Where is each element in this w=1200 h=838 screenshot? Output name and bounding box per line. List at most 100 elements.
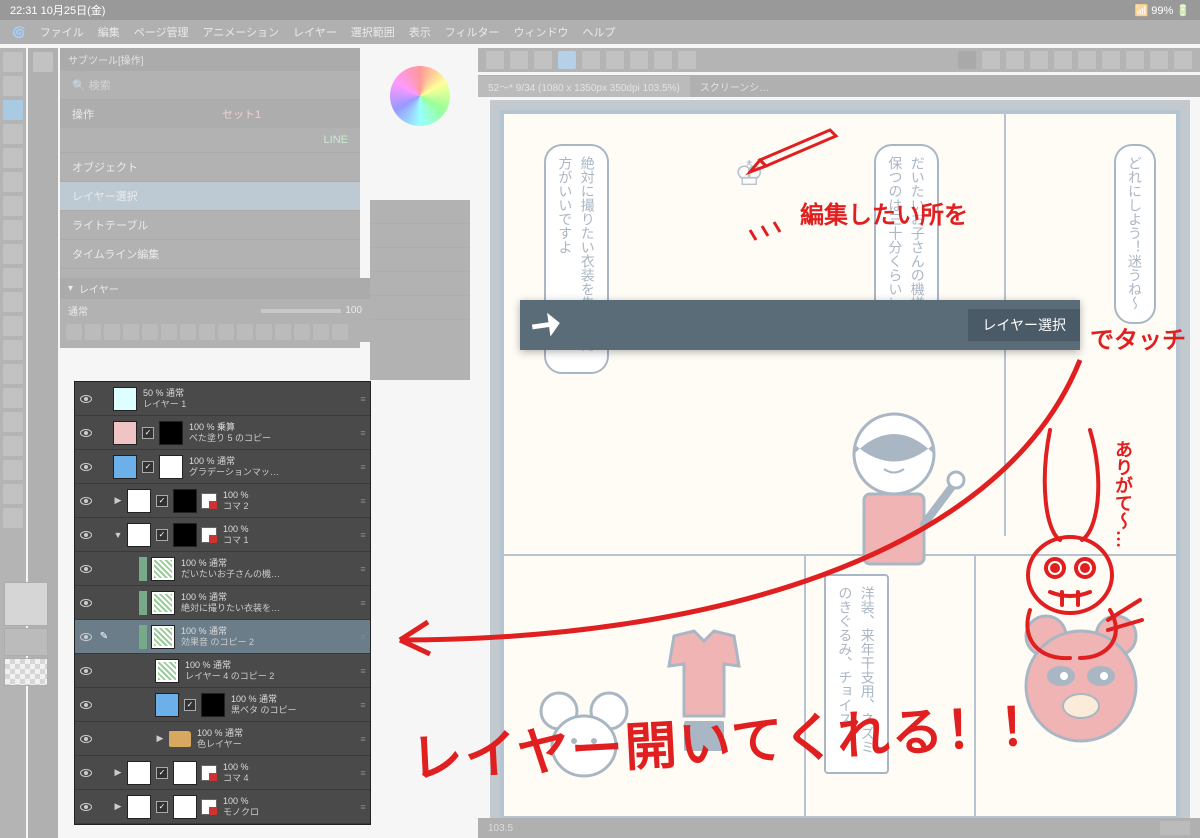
window-icon[interactable] xyxy=(982,51,1000,69)
swatch-transparent[interactable] xyxy=(4,658,48,686)
subtool-light-table[interactable]: ライトテーブル xyxy=(60,211,360,240)
balloon-tool-icon[interactable] xyxy=(3,508,23,528)
deco-tool-icon[interactable] xyxy=(3,316,23,336)
subtool-tab-set1[interactable]: セット1 xyxy=(210,100,360,128)
cut-icon[interactable] xyxy=(630,51,648,69)
open-icon[interactable] xyxy=(510,51,528,69)
paste-icon[interactable] xyxy=(678,51,696,69)
menu-window[interactable]: ウィンドウ xyxy=(514,24,569,40)
visibility-eye-icon[interactable] xyxy=(80,803,92,811)
visibility-eye-icon[interactable] xyxy=(80,497,92,505)
airbrush-tool-icon[interactable] xyxy=(3,292,23,312)
expand-arrow-icon[interactable]: ▶ xyxy=(153,733,167,744)
move-tool-icon[interactable] xyxy=(3,76,23,96)
expand-arrow-icon[interactable]: ▼ xyxy=(111,530,125,540)
grip-icon[interactable]: ≡ xyxy=(356,768,370,778)
layer-select-tooltip[interactable]: レイヤー選択 xyxy=(520,300,1080,350)
visibility-eye-icon[interactable] xyxy=(80,531,92,539)
toolbar-icon-d[interactable] xyxy=(1174,51,1192,69)
menu-edit[interactable]: 編集 xyxy=(98,24,120,40)
ruler-icon[interactable] xyxy=(1078,51,1096,69)
prop-row[interactable] xyxy=(370,272,470,296)
layer-lock-icon[interactable] xyxy=(66,324,82,340)
grip-icon[interactable]: ≡ xyxy=(356,802,370,812)
figure-tool-icon[interactable] xyxy=(3,436,23,456)
prop-row[interactable] xyxy=(370,296,470,320)
chevron-down-icon[interactable]: ▾ xyxy=(68,283,73,294)
grip-icon[interactable]: ≡ xyxy=(356,564,370,574)
layer-etc-icon[interactable] xyxy=(294,324,310,340)
visibility-eye-icon[interactable] xyxy=(80,463,92,471)
subtool-object[interactable]: オブジェクト xyxy=(60,153,360,182)
layer-ruler-icon[interactable] xyxy=(161,324,177,340)
layer-clip-icon[interactable] xyxy=(85,324,101,340)
layer-folder-row[interactable]: ▼ ✓ 100 %コマ 1 ≡ xyxy=(75,518,370,552)
subtool-search[interactable]: 🔍 検索 xyxy=(60,71,360,100)
fg-bg-swatch[interactable] xyxy=(4,582,48,626)
expand-arrow-icon[interactable]: ▶ xyxy=(111,801,125,812)
layer-folder-row[interactable]: ▶ ✓ 100 %コマ 4 ≡ xyxy=(75,756,370,790)
eraser-tool-icon[interactable] xyxy=(3,340,23,360)
grip-icon[interactable]: ≡ xyxy=(356,632,370,642)
grip-icon[interactable]: ≡ xyxy=(356,666,370,676)
layer-etc3-icon[interactable] xyxy=(332,324,348,340)
layer-folder-row[interactable]: ▶ ✓ 100 %モノクロ ≡ xyxy=(75,790,370,824)
visibility-eye-icon[interactable] xyxy=(80,429,92,437)
menu-view[interactable]: 表示 xyxy=(409,24,431,40)
visibility-eye-icon[interactable] xyxy=(80,769,92,777)
layer-row[interactable]: ✓ 100 % 通常グラデーションマッ… ≡ xyxy=(75,450,370,484)
gradient-tool-icon[interactable] xyxy=(3,412,23,432)
visibility-eye-icon[interactable] xyxy=(80,565,92,573)
toolbar-icon-c[interactable] xyxy=(1150,51,1168,69)
subtool-tab-operation[interactable]: 操作 xyxy=(60,100,210,128)
grip-icon[interactable]: ≡ xyxy=(356,428,370,438)
zoom-tool-icon[interactable] xyxy=(3,52,23,72)
layer-folder-icon[interactable] xyxy=(218,324,234,340)
layer-draft-icon[interactable] xyxy=(123,324,139,340)
layer-row[interactable]: 100 % 通常絶対に撮りたい衣装を… ≡ xyxy=(75,586,370,620)
swatch-black[interactable] xyxy=(4,628,48,656)
layer-row[interactable]: 50 % 通常レイヤー 1 ≡ xyxy=(75,382,370,416)
pencil-tool-icon[interactable] xyxy=(3,244,23,264)
toolbar-icon-a[interactable] xyxy=(1102,51,1120,69)
menu-animation[interactable]: アニメーション xyxy=(202,24,279,40)
layer-color-icon[interactable] xyxy=(180,324,196,340)
layer-delete-icon[interactable] xyxy=(275,324,291,340)
blend-tool-icon[interactable] xyxy=(3,364,23,384)
layer-row[interactable]: ✓ 100 % 乗算べた塗り 5 のコピー ≡ xyxy=(75,416,370,450)
clip-checkbox[interactable]: ✓ xyxy=(156,529,168,541)
layer-merge-icon[interactable] xyxy=(256,324,272,340)
app-icon[interactable]: 🌀 xyxy=(12,26,26,39)
frame-tool-icon[interactable] xyxy=(3,460,23,480)
grip-icon[interactable]: ≡ xyxy=(356,700,370,710)
opacity-slider[interactable] xyxy=(261,309,341,313)
visibility-eye-icon[interactable] xyxy=(80,701,92,709)
canvas-area[interactable]: 絶対に撮りたい衣装を先にした方がいいですよ だいたいお子さんの機嫌が保つのは三十… xyxy=(490,100,1190,830)
menu-filter[interactable]: フィルター xyxy=(445,24,500,40)
clip-checkbox[interactable]: ✓ xyxy=(142,427,154,439)
color-wheel-icon[interactable] xyxy=(390,66,450,126)
blend-mode-select[interactable]: 通常 xyxy=(68,303,88,318)
layer-new-icon[interactable] xyxy=(199,324,215,340)
selection-tool-icon[interactable] xyxy=(3,148,23,168)
subtool-timeline[interactable]: タイムライン編集 xyxy=(60,240,360,269)
brush-tool-icon[interactable] xyxy=(3,268,23,288)
grid-icon[interactable] xyxy=(1054,51,1072,69)
layer-mask-icon[interactable] xyxy=(142,324,158,340)
clip-checkbox[interactable]: ✓ xyxy=(156,495,168,507)
doc-tab-inactive[interactable]: スクリーンシ… xyxy=(690,76,780,97)
menu-layer[interactable]: レイヤー xyxy=(293,24,337,40)
layer-row[interactable]: 100 % 通常レイヤー 4 のコピー 2 ≡ xyxy=(75,654,370,688)
action-icon[interactable] xyxy=(1030,51,1048,69)
prop-row[interactable] xyxy=(370,224,470,248)
menu-selection[interactable]: 選択範囲 xyxy=(351,24,395,40)
grip-icon[interactable]: ≡ xyxy=(356,462,370,472)
prop-row[interactable] xyxy=(370,248,470,272)
grip-icon[interactable]: ≡ xyxy=(356,530,370,540)
visibility-eye-icon[interactable] xyxy=(80,667,92,675)
layer-ref-icon[interactable] xyxy=(104,324,120,340)
save-icon[interactable] xyxy=(534,51,552,69)
doc-tab-active[interactable]: 52～* 9/34 (1080 x 1350px 350dpi 103.5%) xyxy=(478,76,690,97)
wand-tool-icon[interactable] xyxy=(3,172,23,192)
menu-page[interactable]: ページ管理 xyxy=(134,24,189,40)
